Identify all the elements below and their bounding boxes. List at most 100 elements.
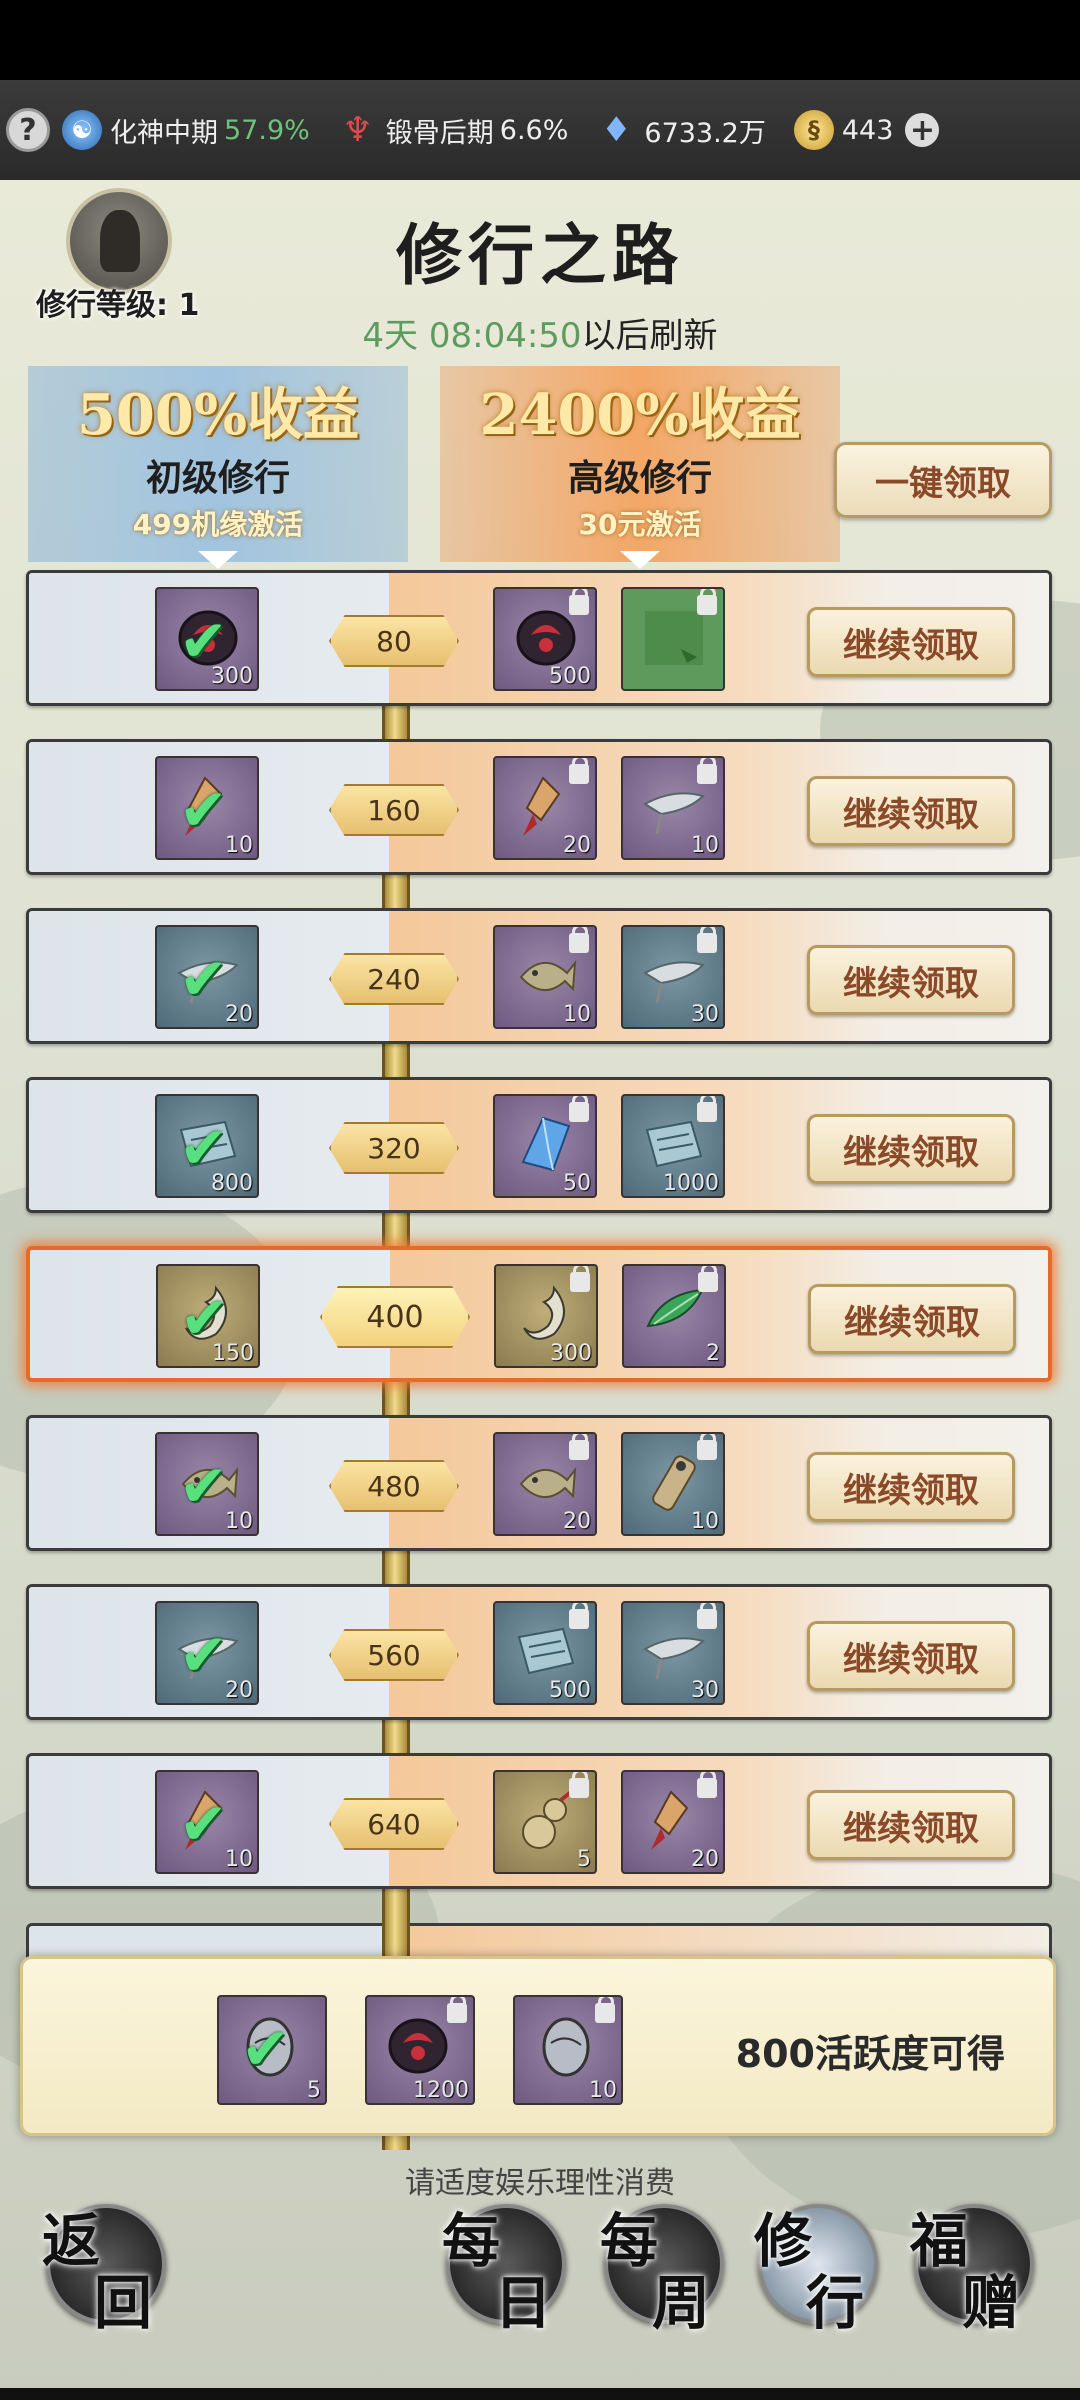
basic-tier-name: 初级修行 bbox=[145, 458, 290, 499]
flying-sword-boat-icon bbox=[641, 1619, 707, 1685]
app-root: ? ☯ 化神中期 57.9% ♆ 锻骨后期 6.6% ♦ 6733.2万 § 4… bbox=[0, 0, 1080, 2400]
claim-all-button[interactable]: 一键领取 bbox=[834, 442, 1052, 518]
lock-icon bbox=[569, 1096, 589, 1122]
advanced-reward-item[interactable]: 20 bbox=[493, 1432, 597, 1536]
item-count: 800 bbox=[211, 1171, 253, 1196]
item-count: 10 bbox=[691, 1509, 719, 1534]
reward-row: ✔ 10 20 10 480 继续领取 bbox=[26, 1415, 1052, 1551]
spirit-stone-status: ♦ 6733.2万 bbox=[596, 110, 766, 150]
advanced-reward-item[interactable]: 20 bbox=[493, 756, 597, 860]
jade-scroll-icon bbox=[641, 1450, 707, 1516]
milestone-badge: 80 bbox=[329, 615, 459, 667]
advanced-reward-item[interactable]: 2 bbox=[622, 1264, 726, 1368]
basic-reward-item[interactable]: ✔ 10 bbox=[155, 1770, 259, 1874]
add-currency-button[interactable]: + bbox=[905, 113, 940, 148]
advanced-reward-item[interactable]: 5 bbox=[493, 1770, 597, 1874]
milestone-badge: 400 bbox=[320, 1286, 470, 1348]
advanced-reward-item[interactable]: 30 bbox=[621, 925, 725, 1029]
reward-row: ✔ 10 5 20 640 继续领取 bbox=[26, 1753, 1052, 1889]
advanced-reward-item[interactable]: 20 bbox=[621, 1770, 725, 1874]
basic-reward-item[interactable]: ✔ 150 bbox=[156, 1264, 260, 1368]
advanced-reward-item[interactable]: 10 bbox=[621, 756, 725, 860]
back-button[interactable]: 返回 bbox=[42, 2204, 166, 2337]
advanced-tier-header[interactable]: 2400%收益 高级修行 30元激活 bbox=[440, 366, 840, 569]
reward-row: ✔ 300 500 80 继续领取 bbox=[26, 570, 1052, 706]
basic-reward-item[interactable]: ✔ 800 bbox=[155, 1094, 259, 1198]
continue-claim-button[interactable]: 继续领取 bbox=[807, 1114, 1015, 1184]
claimed-check-icon: ✔ bbox=[179, 1790, 228, 1858]
reward-row: ✔ 20 10 30 240 继续领取 bbox=[26, 908, 1052, 1044]
lock-icon bbox=[569, 589, 589, 615]
item-count: 300 bbox=[550, 1341, 592, 1366]
item-count: 10 bbox=[225, 833, 253, 858]
milestone-badge: 160 bbox=[329, 784, 459, 836]
currency-amount: 443 bbox=[841, 114, 894, 146]
continue-claim-button[interactable]: 继续领取 bbox=[807, 1452, 1015, 1522]
advanced-reward-item[interactable] bbox=[621, 587, 725, 691]
continue-claim-button[interactable]: 继续领取 bbox=[808, 1284, 1016, 1354]
reward-row: ✔ 20 500 30 560 继续领取 bbox=[26, 1584, 1052, 1720]
advanced-reward-item[interactable]: 1000 bbox=[621, 1094, 725, 1198]
lock-icon bbox=[570, 1266, 590, 1292]
lock-icon bbox=[697, 1603, 717, 1629]
bonus-reward-item[interactable]: 10 bbox=[513, 1995, 623, 2105]
crystal-shard-icon bbox=[513, 1112, 579, 1178]
advanced-reward-item[interactable]: 500 bbox=[493, 1601, 597, 1705]
page-title: 修行之路 bbox=[396, 216, 684, 294]
basic-reward-item[interactable]: ✔ 10 bbox=[155, 1432, 259, 1536]
basic-tier-bonus: 500%收益 bbox=[76, 382, 360, 448]
gold-coin-icon: § bbox=[793, 110, 834, 150]
lock-icon bbox=[697, 758, 717, 784]
item-count: 5 bbox=[307, 2078, 321, 2103]
lock-icon bbox=[697, 589, 717, 615]
body-status: ♆ 锻骨后期 6.6% bbox=[338, 110, 569, 150]
continue-claim-button[interactable]: 继续领取 bbox=[807, 1621, 1015, 1691]
continue-claim-button[interactable]: 继续领取 bbox=[807, 607, 1015, 677]
bonus-reward-panel[interactable]: ✔ 5 1200 10 800活跃度可得 bbox=[20, 1956, 1056, 2136]
basic-tier-header[interactable]: 500%收益 初级修行 499机缘激活 bbox=[28, 366, 408, 569]
continue-claim-button[interactable]: 继续领取 bbox=[807, 776, 1015, 846]
item-count: 20 bbox=[691, 1847, 719, 1872]
claimed-check-icon: ✔ bbox=[241, 2015, 290, 2083]
item-count: 500 bbox=[549, 1678, 591, 1703]
continue-claim-button[interactable]: 继续领取 bbox=[807, 1790, 1015, 1860]
advanced-reward-item[interactable]: 10 bbox=[621, 1432, 725, 1536]
body-percent: 6.6% bbox=[499, 114, 569, 146]
spirit-stone-amount: 6733.2万 bbox=[644, 117, 766, 149]
bonus-reward-item[interactable]: ✔ 5 bbox=[217, 1995, 327, 2105]
talisman-tassel-icon bbox=[513, 774, 579, 840]
lock-icon bbox=[569, 1772, 589, 1798]
realm-label: 化神中期 bbox=[110, 117, 218, 149]
basic-reward-item[interactable]: ✔ 10 bbox=[155, 756, 259, 860]
advanced-reward-item[interactable]: 50 bbox=[493, 1094, 597, 1198]
claimed-check-icon: ✔ bbox=[179, 1452, 228, 1520]
advanced-tier-name: 高级修行 bbox=[567, 458, 712, 499]
lock-icon bbox=[697, 1434, 717, 1460]
lock-icon bbox=[697, 927, 717, 953]
item-count: 30 bbox=[691, 1678, 719, 1703]
continue-claim-button[interactable]: 继续领取 bbox=[807, 945, 1015, 1015]
advanced-reward-item[interactable]: 10 bbox=[493, 925, 597, 1029]
bonus-requirement-text: 800活跃度可得 bbox=[735, 2032, 1005, 2076]
reward-row: ✔ 10 20 10 160 继续领取 bbox=[26, 739, 1052, 875]
advanced-reward-item[interactable]: 500 bbox=[493, 587, 597, 691]
body-label: 锻骨后期 bbox=[385, 117, 494, 149]
basic-reward-item[interactable]: ✔ 300 bbox=[155, 587, 259, 691]
talisman-tassel-icon bbox=[641, 1788, 707, 1854]
refresh-time: 4天 08:04:50 bbox=[362, 316, 582, 356]
scroll-map-icon bbox=[513, 1619, 579, 1685]
taiji-icon: ☯ bbox=[62, 110, 102, 150]
bonus-reward-item[interactable]: 1200 bbox=[365, 1995, 475, 2105]
tab-practice[interactable]: 修行 bbox=[754, 2204, 878, 2337]
help-button[interactable]: ? bbox=[6, 108, 50, 152]
tab-daily[interactable]: 每日 bbox=[442, 2204, 566, 2337]
tab-gift[interactable]: 福赠 bbox=[910, 2204, 1034, 2337]
advanced-reward-item[interactable]: 30 bbox=[621, 1601, 725, 1705]
item-count: 10 bbox=[589, 2078, 617, 2103]
tab-weekly[interactable]: 每周 bbox=[600, 2204, 724, 2337]
advanced-reward-item[interactable]: 300 bbox=[494, 1264, 598, 1368]
down-arrow-icon bbox=[198, 551, 238, 569]
basic-reward-item[interactable]: ✔ 20 bbox=[155, 1601, 259, 1705]
basic-reward-item[interactable]: ✔ 20 bbox=[155, 925, 259, 1029]
lock-icon bbox=[569, 1434, 589, 1460]
